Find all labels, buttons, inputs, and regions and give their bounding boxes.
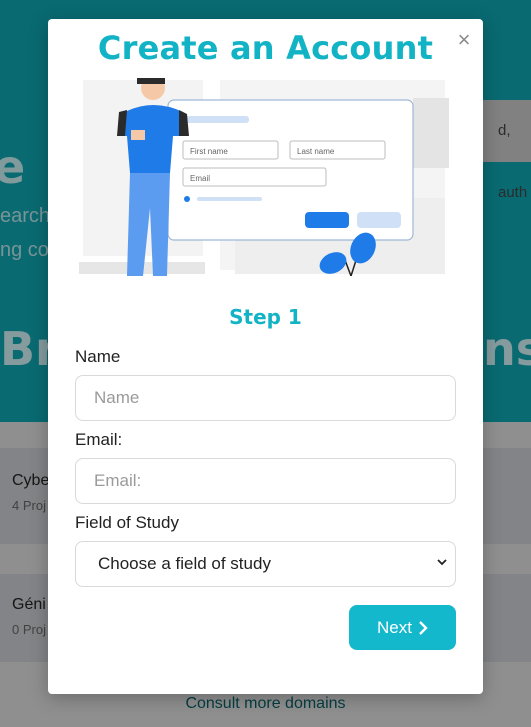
next-button-label: Next — [377, 617, 412, 637]
field-of-study-selected: Choose a field of study — [98, 554, 271, 573]
name-input[interactable] — [75, 375, 456, 421]
modal-title: Create an Account — [97, 29, 434, 67]
create-account-modal: Create an Account × First name Last name… — [48, 19, 483, 694]
chevron-down-icon — [437, 559, 447, 566]
chevron-right-icon — [419, 620, 428, 635]
field-of-study-select[interactable]: Choose a field of study — [75, 541, 456, 587]
field-of-study-label: Field of Study — [75, 513, 179, 532]
email-input[interactable] — [75, 458, 456, 504]
next-button[interactable]: Next — [349, 605, 456, 650]
signup-illustration: First name Last name Email — [75, 78, 454, 276]
illustration-last-name: Last name — [297, 147, 335, 156]
illustration-email: Email — [190, 174, 210, 183]
illustration-first-name: First name — [190, 147, 228, 156]
step-indicator: Step 1 — [229, 305, 302, 329]
close-icon[interactable]: × — [455, 29, 473, 51]
name-label: Name — [75, 347, 121, 366]
email-label: Email: — [75, 430, 123, 449]
